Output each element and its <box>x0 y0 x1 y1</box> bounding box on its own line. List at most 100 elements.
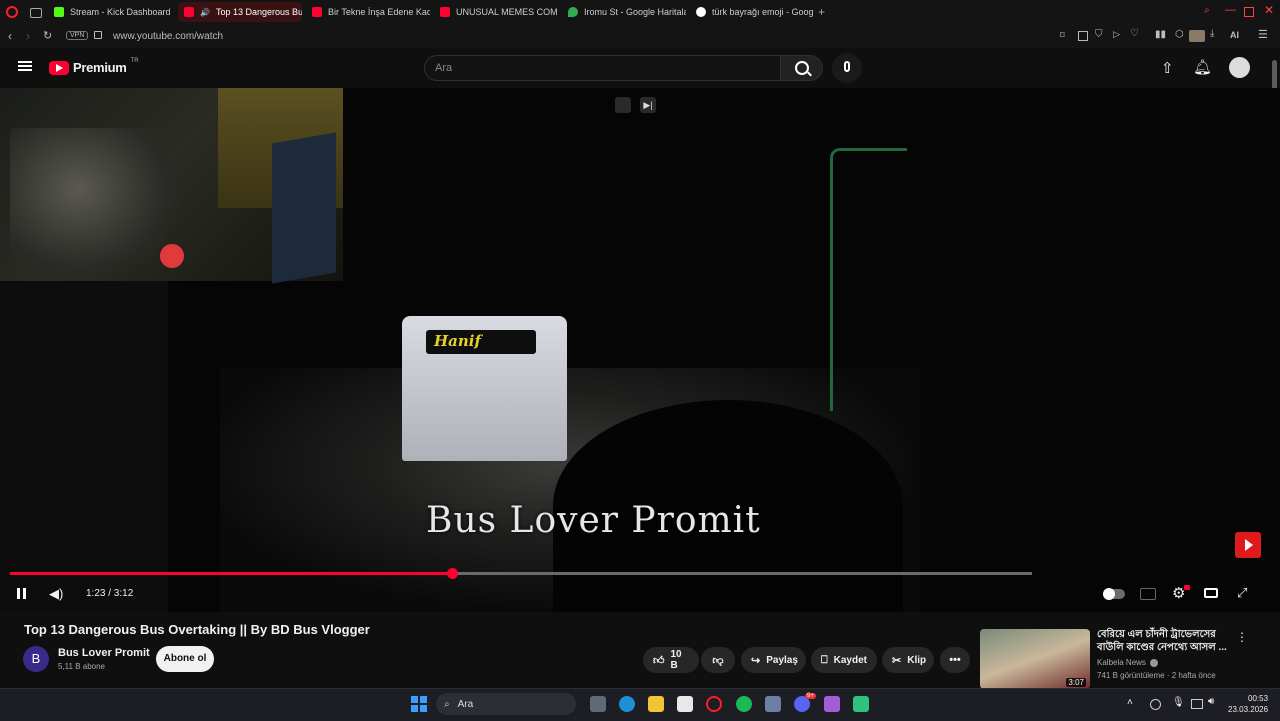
back-icon[interactable]: ‹ <box>8 29 12 43</box>
recommended-channel[interactable]: Kalbela News <box>1097 658 1159 667</box>
kick-icon <box>54 7 64 17</box>
shield-icon[interactable]: ⛉ <box>1095 29 1103 40</box>
skip-ad-icon[interactable]: ▶| <box>640 97 656 113</box>
ai-label: AI <box>1230 30 1239 40</box>
tray-volume-icon[interactable]: 🔊︎ <box>1208 696 1214 707</box>
tab-top13-dangerous-bus[interactable]: 🔊 Top 13 Dangerous Bus <box>178 2 302 22</box>
minimize-icon[interactable]: — <box>1225 4 1236 16</box>
fullscreen-icon[interactable]: ⤢ <box>1237 585 1247 601</box>
clip-button[interactable]: ✂ Klip <box>882 647 934 673</box>
recommended-more-icon[interactable]: ⋮ <box>1236 630 1248 644</box>
close-icon[interactable]: ✕ <box>1264 3 1274 17</box>
opera-taskbar-icon[interactable] <box>706 696 722 712</box>
recommended-title[interactable]: বেরিয়ে এল চাঁদনী ট্রাভেলসের বাউলি কাণ্ড… <box>1097 628 1227 654</box>
subscribe-button[interactable]: Abone ol <box>156 646 214 672</box>
channel-name[interactable]: Bus Lover Promit <box>58 647 150 659</box>
menu-icon[interactable]: ☰ <box>1258 28 1268 41</box>
discord-badge: 9+ <box>805 693 816 699</box>
new-tab-icon[interactable]: + <box>818 5 825 19</box>
tab-google-search[interactable]: türk bayrağı emoji - Googl <box>690 2 814 22</box>
browser-tab-bar: Stream - Kick Dashboard 🔊 Top 13 Dangero… <box>0 0 1280 24</box>
hamburger-menu-icon[interactable] <box>18 61 32 71</box>
opera-logo-icon[interactable] <box>6 6 18 18</box>
recommended-thumbnail[interactable]: 3:07 <box>980 629 1090 689</box>
voice-search-button[interactable] <box>832 53 862 83</box>
file-explorer-icon[interactable] <box>648 696 664 712</box>
tray-mic-icon[interactable]: 🎙︎ <box>1172 697 1185 708</box>
url-field[interactable]: www.youtube.com/watch <box>113 31 223 42</box>
recommended-duration: 3:07 <box>1066 678 1086 687</box>
tab-google-maps[interactable]: Iromu St - Google Haritala <box>562 2 686 22</box>
share-button[interactable]: ↪ Paylaş <box>741 647 806 673</box>
recommended-meta: 741 B görüntüleme · 2 hafta önce <box>1097 671 1216 680</box>
search-input[interactable]: Ara <box>424 55 781 81</box>
tab-unusual-memes[interactable]: UNUSUAL MEMES COMP <box>434 2 558 22</box>
snapshot-icon[interactable] <box>1078 31 1088 41</box>
volume-icon[interactable]: ◀) <box>49 586 63 602</box>
aria-ai-button[interactable]: AI <box>1230 30 1239 40</box>
heart-icon[interactable]: ♡ <box>1130 28 1139 39</box>
taskbar-clock[interactable]: 00:53 23.03.2026 <box>1228 693 1268 715</box>
address-bar: ‹ › ↻ VPN www.youtube.com/watch ⌑ ⛉ ▷ ♡ … <box>0 24 1280 48</box>
thumbs-up-icon: 👍︎ <box>653 654 665 667</box>
profile-thumb-icon[interactable] <box>1189 30 1205 42</box>
subscribe-watermark-icon[interactable] <box>1235 532 1261 558</box>
reload-icon[interactable]: ↻ <box>43 29 52 42</box>
microphone-icon <box>844 61 850 72</box>
clip-label: Klip <box>907 654 927 666</box>
play-icon[interactable]: ▷ <box>1113 29 1120 40</box>
theater-mode-icon[interactable] <box>1204 588 1218 598</box>
spotify-icon[interactable] <box>736 696 752 712</box>
tab-label: türk bayrağı emoji - Googl <box>712 7 814 17</box>
progress-scrubber[interactable] <box>446 568 458 579</box>
youtube-premium-logo[interactable]: Premium TR <box>49 58 139 75</box>
tray-chevron-icon[interactable]: ˄ <box>1127 697 1133 708</box>
tab-label: Bir Tekne İnşa Edene Kad <box>328 7 430 17</box>
video-bus: Hanif <box>402 316 567 461</box>
miniplayer-icon[interactable] <box>615 97 631 113</box>
more-actions-button[interactable]: ••• <box>940 647 970 673</box>
extensions-icon[interactable]: ⬡ <box>1175 29 1184 40</box>
time-display: 1:23 / 3:12 <box>86 588 134 599</box>
tab-bir-tekne[interactable]: Bir Tekne İnşa Edene Kad <box>306 2 430 22</box>
tab-kick-dashboard[interactable]: Stream - Kick Dashboard <box>48 2 172 22</box>
vpn-badge[interactable]: VPN <box>66 31 89 40</box>
download-icon[interactable]: ⤓ <box>1210 28 1214 39</box>
search-tabs-icon[interactable]: ⌕ <box>1204 5 1210 16</box>
edge-icon[interactable] <box>619 696 635 712</box>
maximize-icon[interactable] <box>1244 7 1254 17</box>
verified-check-icon <box>1150 658 1159 667</box>
like-button[interactable]: 👍︎ 10 B <box>643 647 699 673</box>
account-avatar[interactable] <box>1229 57 1250 78</box>
autoplay-toggle[interactable] <box>1103 588 1125 600</box>
subtitles-icon[interactable] <box>1140 588 1156 600</box>
search-button[interactable] <box>781 55 823 81</box>
progress-bar-fill <box>10 572 452 575</box>
steam-like-icon[interactable] <box>765 696 781 712</box>
pause-button[interactable] <box>16 588 28 600</box>
stats-icon[interactable]: ▮▮ <box>1155 29 1166 40</box>
save-button[interactable]: ⎕ Kaydet <box>811 647 877 673</box>
android-studio-icon[interactable] <box>853 696 869 712</box>
forward-icon[interactable]: › <box>26 29 30 43</box>
logo-text: Premium <box>73 60 127 75</box>
taskbar-search[interactable]: ⌕ Ara <box>436 693 576 715</box>
notifications-bell-icon[interactable]: 🔔︎ <box>1193 58 1212 76</box>
workspaces-icon[interactable] <box>30 8 42 18</box>
tray-display-icon[interactable] <box>1191 699 1203 709</box>
upload-icon[interactable]: ⇧ <box>1161 59 1174 77</box>
more-horizontal-icon: ••• <box>949 654 961 666</box>
lock-icon[interactable] <box>94 31 102 39</box>
dislike-button[interactable]: 👎︎ <box>701 647 735 673</box>
store-icon[interactable] <box>677 696 693 712</box>
task-view-icon[interactable] <box>590 696 606 712</box>
speaker-icon[interactable]: 🔊 <box>200 8 210 17</box>
podcast-icon[interactable] <box>824 696 840 712</box>
channel-avatar[interactable]: B <box>23 646 49 672</box>
bookmark-icon[interactable]: ⌑ <box>1060 30 1065 41</box>
subscriber-count: 5,11 B abone <box>58 662 106 671</box>
video-player[interactable]: Hanif ▶| Bus Lover Promit <box>0 88 1280 612</box>
maps-pin-icon <box>568 7 578 17</box>
tray-app-icon[interactable] <box>1150 699 1161 710</box>
windows-start-icon[interactable] <box>411 696 427 712</box>
